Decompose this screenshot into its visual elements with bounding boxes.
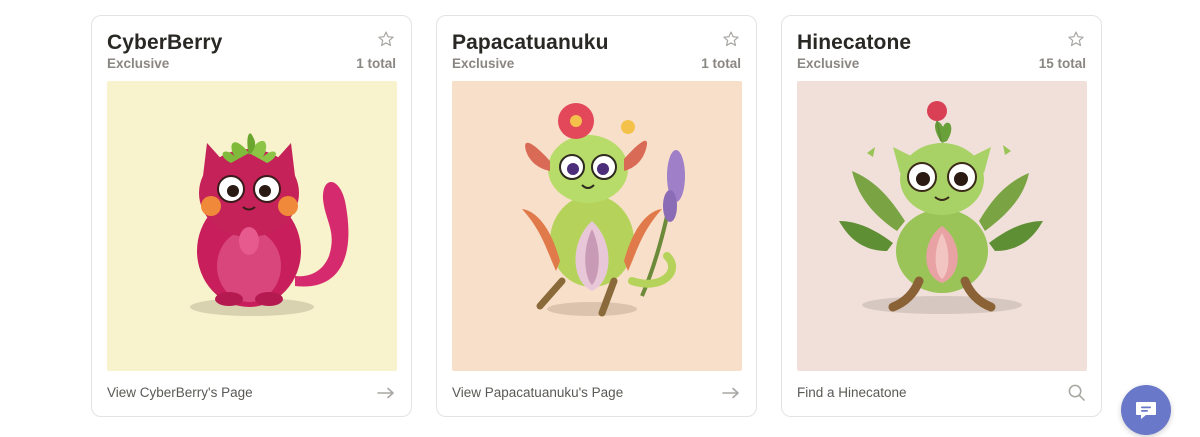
view-kitty-page-link[interactable]: View CyberBerry's Page <box>107 385 253 400</box>
kitty-artwork[interactable] <box>452 81 742 371</box>
favorite-star-icon[interactable] <box>377 30 395 48</box>
kitty-name: Hinecatone <box>797 31 912 54</box>
exclusive-tag: Exclusive <box>452 56 515 71</box>
favorite-star-icon[interactable] <box>1067 30 1085 48</box>
exclusive-tag: Exclusive <box>107 56 170 71</box>
search-icon[interactable] <box>1068 384 1085 401</box>
arrow-right-icon[interactable] <box>722 386 740 400</box>
kitty-card-cyberberry: CyberBerry Exclusive 1 total View CyberB… <box>91 15 412 417</box>
exclusive-tag: Exclusive <box>797 56 860 71</box>
kitty-card-papacatuanuku: Papacatuanuku Exclusive 1 total View Pap… <box>436 15 757 417</box>
chat-bubble-icon <box>1136 402 1156 419</box>
kitty-name: CyberBerry <box>107 31 223 54</box>
kitty-artwork[interactable] <box>107 81 397 371</box>
kitty-name: Papacatuanuku <box>452 31 609 54</box>
total-count: 1 total <box>356 56 396 71</box>
find-kitty-link[interactable]: Find a Hinecatone <box>797 385 907 400</box>
total-count: 1 total <box>701 56 741 71</box>
favorite-star-icon[interactable] <box>722 30 740 48</box>
kitty-artwork[interactable] <box>797 81 1087 371</box>
total-count: 15 total <box>1038 56 1086 71</box>
chat-button[interactable] <box>1121 385 1171 435</box>
view-kitty-page-link[interactable]: View Papacatuanuku's Page <box>452 385 623 400</box>
kitty-card-hinecatone: Hinecatone Exclusive 15 total Find a Hin… <box>781 15 1102 417</box>
arrow-right-icon[interactable] <box>377 386 395 400</box>
